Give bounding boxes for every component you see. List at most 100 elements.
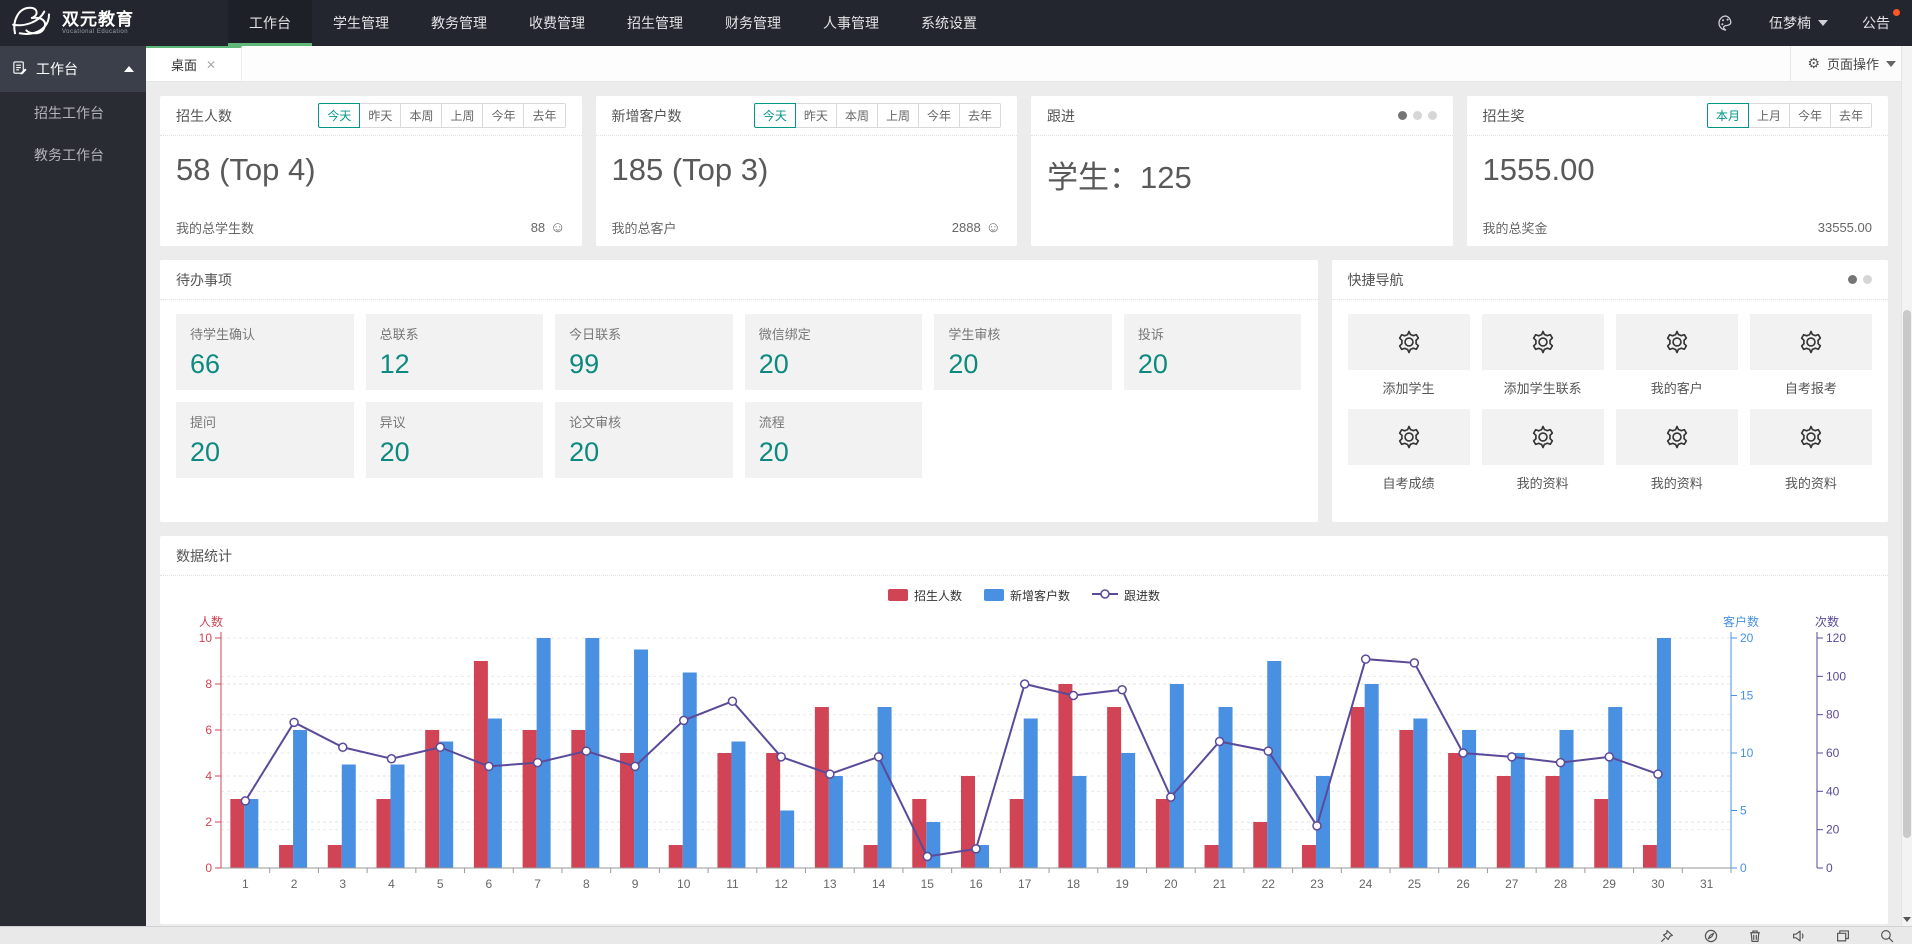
- legend-item[interactable]: 新增客户数: [984, 587, 1070, 604]
- todo-tile[interactable]: 投诉20: [1124, 314, 1302, 390]
- carousel-dot[interactable]: [1398, 111, 1407, 120]
- compass-icon[interactable]: [1704, 929, 1718, 943]
- stat-footer-label: 我的总客户: [612, 218, 677, 237]
- carousel-dot[interactable]: [1863, 275, 1872, 284]
- nav-item[interactable]: 工作台: [228, 0, 312, 46]
- svg-text:30: 30: [1651, 877, 1665, 891]
- scrollbar-thumb[interactable]: [1903, 310, 1911, 838]
- time-filter-button[interactable]: 今天: [754, 103, 796, 128]
- quick-nav-label: 添加学生: [1348, 378, 1470, 397]
- scrollbar-down-button[interactable]: [1902, 912, 1912, 926]
- todo-tile-value: 20: [759, 437, 909, 468]
- time-filter-button[interactable]: 去年: [523, 103, 565, 128]
- svg-text:4: 4: [205, 769, 212, 783]
- carousel-dot[interactable]: [1413, 111, 1422, 120]
- quick-nav-tile[interactable]: 我的资料: [1616, 409, 1738, 492]
- chevron-down-icon: [1886, 61, 1896, 67]
- time-filter-button[interactable]: 昨天: [359, 103, 401, 128]
- time-filter-button[interactable]: 本周: [836, 103, 878, 128]
- svg-text:23: 23: [1310, 877, 1324, 891]
- sidebar-item[interactable]: 招生工作台: [0, 92, 146, 134]
- todo-tile[interactable]: 微信绑定20: [745, 314, 923, 390]
- svg-text:4: 4: [388, 877, 395, 891]
- nav-item[interactable]: 财务管理: [704, 0, 802, 46]
- svg-text:18: 18: [1067, 877, 1081, 891]
- gear-icon: [1750, 314, 1872, 370]
- quick-nav-tile[interactable]: 添加学生: [1348, 314, 1470, 397]
- announcement-link[interactable]: 公告: [1862, 13, 1890, 33]
- quick-nav-label: 我的客户: [1616, 378, 1738, 397]
- carousel-dot[interactable]: [1428, 111, 1437, 120]
- quick-nav-tile[interactable]: 我的资料: [1482, 409, 1604, 492]
- time-filter-button[interactable]: 今年: [482, 103, 524, 128]
- todo-tile[interactable]: 今日联系99: [555, 314, 733, 390]
- sidebar-item[interactable]: 教务工作台: [0, 134, 146, 176]
- quick-nav-tile[interactable]: 我的客户: [1616, 314, 1738, 397]
- todo-tile[interactable]: 异议20: [366, 402, 544, 478]
- carousel-dot[interactable]: [1848, 275, 1857, 284]
- quick-nav-tile[interactable]: 自考成绩: [1348, 409, 1470, 492]
- svg-text:8: 8: [583, 877, 590, 891]
- page-actions-button[interactable]: ⚙ 页面操作: [1790, 46, 1912, 81]
- todo-tile-value: 20: [948, 349, 1098, 380]
- speaker-icon[interactable]: [1792, 929, 1806, 943]
- svg-text:120: 120: [1826, 631, 1846, 645]
- svg-text:29: 29: [1603, 877, 1617, 891]
- legend-swatch: [888, 589, 908, 601]
- time-filter-button[interactable]: 上月: [1748, 103, 1790, 128]
- chart-canvas[interactable]: 0246810人数05101520客户数020406080100120次数123…: [160, 610, 1888, 906]
- todo-tile[interactable]: 流程20: [745, 402, 923, 478]
- nav-item[interactable]: 学生管理: [312, 0, 410, 46]
- gear-icon: [1482, 409, 1604, 465]
- time-filter-button[interactable]: 今天: [318, 103, 360, 128]
- stat-footer-value: 88: [531, 220, 545, 235]
- window-icon[interactable]: [1836, 929, 1850, 943]
- time-filter-button[interactable]: 今年: [918, 103, 960, 128]
- gear-icon: [1616, 409, 1738, 465]
- stat-footer-label: 我的总学生数: [176, 218, 254, 237]
- todo-tile[interactable]: 提问20: [176, 402, 354, 478]
- smiley-icon: ☺: [986, 219, 1001, 236]
- vertical-scrollbar[interactable]: [1901, 46, 1912, 926]
- tab-desktop[interactable]: 桌面 ✕: [146, 46, 242, 81]
- stat-card: 招生奖本月上月今年去年1555.00我的总奖金33555.00: [1467, 96, 1889, 246]
- todo-tile[interactable]: 总联系12: [366, 314, 544, 390]
- nav-item[interactable]: 系统设置: [900, 0, 998, 46]
- quick-nav-tile[interactable]: 添加学生联系: [1482, 314, 1604, 397]
- trash-icon[interactable]: [1748, 929, 1762, 943]
- brand[interactable]: 双元教育 Vocational Education: [0, 0, 228, 46]
- status-bar: [0, 926, 1912, 944]
- legend-item[interactable]: 招生人数: [888, 587, 962, 604]
- nav-item[interactable]: 收费管理: [508, 0, 606, 46]
- todo-tile[interactable]: 待学生确认66: [176, 314, 354, 390]
- notification-dot: [1893, 9, 1900, 16]
- stat-card-title: 招生人数: [176, 106, 232, 126]
- pin-icon[interactable]: [1660, 929, 1674, 943]
- time-filter-button[interactable]: 上周: [441, 103, 483, 128]
- quick-nav-tile[interactable]: 自考报考: [1750, 314, 1872, 397]
- time-filter-button[interactable]: 上周: [877, 103, 919, 128]
- tab-label: 桌面: [171, 55, 197, 74]
- sidebar-group-workbench[interactable]: 工作台: [0, 46, 146, 92]
- todo-tile[interactable]: 学生审核20: [934, 314, 1112, 390]
- time-filter-button[interactable]: 去年: [959, 103, 1001, 128]
- todo-tile-value: 20: [380, 437, 530, 468]
- svg-text:2: 2: [291, 877, 298, 891]
- close-icon[interactable]: ✕: [206, 58, 216, 72]
- time-filter-button[interactable]: 本月: [1707, 103, 1749, 128]
- time-filter-button[interactable]: 今年: [1789, 103, 1831, 128]
- time-filter-button[interactable]: 昨天: [795, 103, 837, 128]
- todo-tile-label: 论文审核: [569, 412, 719, 431]
- time-filter-button[interactable]: 本周: [400, 103, 442, 128]
- nav-item[interactable]: 人事管理: [802, 0, 900, 46]
- search-icon[interactable]: [1880, 929, 1894, 943]
- svg-text:6: 6: [486, 877, 493, 891]
- time-filter-button[interactable]: 去年: [1830, 103, 1872, 128]
- quick-nav-tile[interactable]: 我的资料: [1750, 409, 1872, 492]
- todo-tile[interactable]: 论文审核20: [555, 402, 733, 478]
- user-menu[interactable]: 伍梦楠: [1769, 13, 1828, 33]
- nav-item[interactable]: 招生管理: [606, 0, 704, 46]
- nav-item[interactable]: 教务管理: [410, 0, 508, 46]
- legend-item[interactable]: 跟进数: [1092, 587, 1160, 604]
- theme-icon[interactable]: [1717, 14, 1735, 32]
